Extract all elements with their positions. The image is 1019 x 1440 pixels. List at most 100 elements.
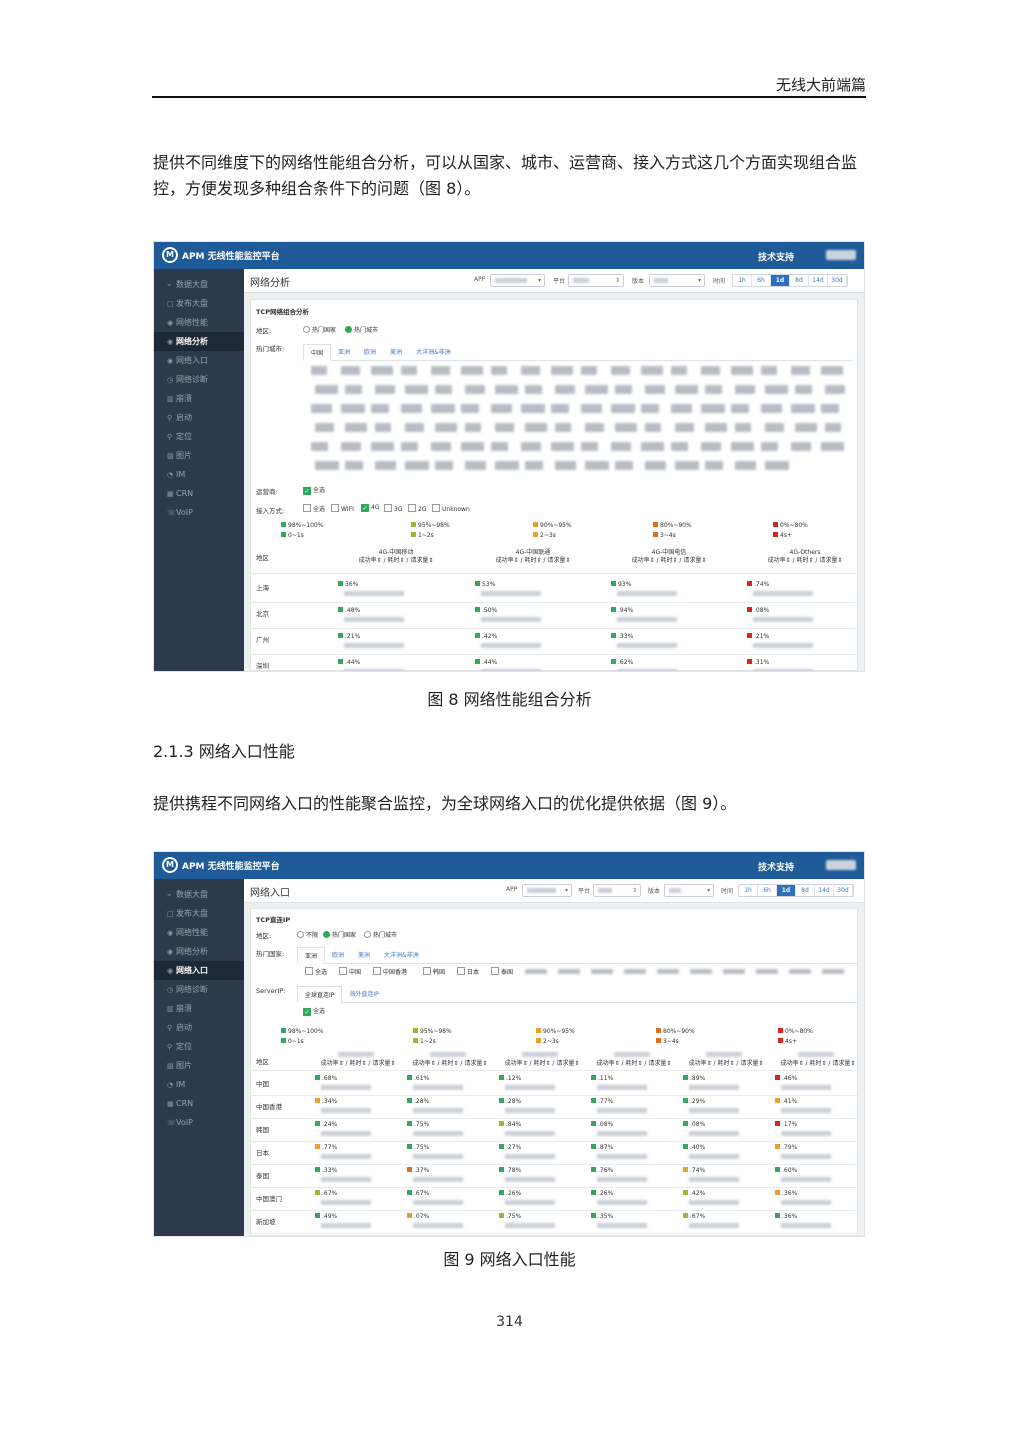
blurred-city-checkbox[interactable]: [675, 385, 698, 394]
tab-china[interactable]: 中国: [303, 344, 332, 361]
blurred-city-checkbox[interactable]: [791, 366, 810, 375]
blurred-city-checkbox[interactable]: [611, 366, 630, 375]
blurred-city-checkbox[interactable]: [431, 366, 450, 375]
country-checkbox[interactable]: 日本: [457, 967, 479, 976]
blurred-city-checkbox[interactable]: [581, 404, 602, 413]
server-select-all[interactable]: ✓ 全选: [303, 1006, 325, 1016]
blurred-city-checkbox[interactable]: [615, 461, 633, 470]
blurred-city-checkbox[interactable]: [431, 404, 455, 413]
blurred-city-checkbox[interactable]: [701, 404, 725, 413]
access-2g[interactable]: 2G: [408, 504, 426, 513]
range-button[interactable]: 8d: [796, 885, 815, 896]
blurred-city-checkbox[interactable]: [581, 366, 597, 375]
range-button[interactable]: 30d: [834, 885, 853, 896]
access-unknown[interactable]: Unknown: [432, 504, 470, 513]
blurred-city-checkbox[interactable]: [641, 404, 659, 413]
blurred-city-checkbox[interactable]: [765, 385, 788, 394]
sidebar-item[interactable]: ▦ CRN: [154, 484, 244, 503]
tab-overseas-direct-ip[interactable]: 海外直连IP: [342, 986, 385, 1002]
sidebar-item[interactable]: ⚲ 启动: [154, 408, 244, 427]
blurred-city-checkbox[interactable]: [701, 366, 720, 375]
blurred-city-checkbox[interactable]: [705, 423, 727, 432]
blurred-city-checkbox[interactable]: [405, 385, 428, 394]
blurred-city-checkbox[interactable]: [495, 385, 518, 394]
sidebar-item[interactable]: ◉ 网络性能: [154, 313, 244, 332]
range-button[interactable]: 1h: [733, 275, 752, 286]
blurred-city-checkbox[interactable]: [551, 442, 574, 451]
blurred-city-checkbox[interactable]: [311, 404, 332, 413]
blurred-city-checkbox[interactable]: [641, 366, 663, 375]
blurred-city-checkbox[interactable]: [645, 461, 666, 470]
blurred-city-checkbox[interactable]: [705, 385, 722, 394]
access-all[interactable]: 全选: [303, 504, 325, 513]
platform-select[interactable]: ⇕: [593, 884, 641, 897]
blurred-city-checkbox[interactable]: [521, 442, 541, 451]
sidebar-item[interactable]: ▨ 图片: [154, 1056, 244, 1075]
blurred-city-checkbox[interactable]: [465, 461, 486, 470]
range-button[interactable]: 30d: [828, 275, 847, 286]
sidebar-item[interactable]: ⚲ 定位: [154, 427, 244, 446]
blurred-city-checkbox[interactable]: [315, 461, 339, 470]
blurred-city-checkbox[interactable]: [825, 423, 841, 432]
radio-hot-country[interactable]: 热门国家: [303, 325, 336, 334]
sidebar-item[interactable]: ▥ 崩溃: [154, 999, 244, 1018]
blurred-city-checkbox[interactable]: [345, 461, 363, 470]
app-select[interactable]: ▾: [522, 884, 572, 897]
blurred-city-checkbox[interactable]: [341, 442, 361, 451]
user-menu[interactable]: [826, 860, 856, 870]
blurred-city-checkbox[interactable]: [581, 442, 598, 451]
country-checkbox[interactable]: 全选: [305, 967, 327, 976]
carrier-select-all[interactable]: ✓ 全选: [303, 485, 325, 495]
blurred-country-checkbox[interactable]: [822, 969, 844, 974]
blurred-city-checkbox[interactable]: [371, 442, 394, 451]
country-checkbox[interactable]: 中国: [339, 967, 361, 976]
country-checkbox[interactable]: 泰国: [491, 967, 513, 976]
blurred-city-checkbox[interactable]: [375, 385, 395, 394]
sidebar-item[interactable]: □ 发布大盘: [154, 294, 244, 313]
blurred-city-checkbox[interactable]: [525, 385, 542, 394]
app-select[interactable]: ▾: [490, 274, 545, 287]
platform-select[interactable]: ⇕: [568, 274, 624, 287]
blurred-city-checkbox[interactable]: [371, 404, 389, 413]
sidebar-item[interactable]: ◉ 网络分析: [154, 332, 244, 351]
blurred-city-checkbox[interactable]: [461, 366, 483, 375]
blurred-country-checkbox[interactable]: [690, 969, 712, 974]
blurred-city-checkbox[interactable]: [401, 442, 418, 451]
blurred-city-checkbox[interactable]: [525, 461, 543, 470]
tab-europe[interactable]: 欧洲: [325, 947, 351, 963]
blurred-city-checkbox[interactable]: [375, 423, 391, 432]
radio-hot-country[interactable]: 热门国家: [323, 930, 356, 939]
range-button[interactable]: 1h: [739, 885, 758, 896]
blurred-city-checkbox[interactable]: [495, 461, 519, 470]
blurred-city-checkbox[interactable]: [611, 404, 635, 413]
blurred-city-checkbox[interactable]: [521, 366, 540, 375]
blurred-city-checkbox[interactable]: [765, 423, 784, 432]
blurred-city-checkbox[interactable]: [735, 385, 755, 394]
range-button[interactable]: 6h: [758, 885, 777, 896]
sidebar-item[interactable]: ◷ 网络诊断: [154, 980, 244, 999]
version-select[interactable]: ▾: [649, 274, 705, 287]
blurred-city-checkbox[interactable]: [675, 461, 699, 470]
blurred-city-checkbox[interactable]: [611, 442, 631, 451]
blurred-city-checkbox[interactable]: [761, 404, 782, 413]
blurred-city-checkbox[interactable]: [731, 366, 753, 375]
blurred-city-checkbox[interactable]: [345, 385, 362, 394]
tab-america[interactable]: 美洲: [383, 344, 409, 360]
blurred-city-checkbox[interactable]: [345, 423, 367, 432]
blurred-city-checkbox[interactable]: [795, 423, 817, 432]
sidebar-item[interactable]: ⚲ 启动: [154, 1018, 244, 1037]
sidebar-item[interactable]: ◉ 网络入口: [154, 961, 244, 980]
blurred-city-checkbox[interactable]: [645, 423, 661, 432]
blurred-city-checkbox[interactable]: [761, 442, 778, 451]
blurred-city-checkbox[interactable]: [791, 404, 815, 413]
tab-america[interactable]: 美洲: [351, 947, 377, 963]
blurred-country-checkbox[interactable]: [657, 969, 679, 974]
blurred-city-checkbox[interactable]: [495, 423, 514, 432]
blurred-city-checkbox[interactable]: [435, 385, 452, 394]
blurred-city-checkbox[interactable]: [735, 423, 751, 432]
range-button[interactable]: 8d: [790, 275, 809, 286]
city-checkbox-grid[interactable]: [311, 366, 851, 476]
radio-unlimited[interactable]: 不限: [297, 930, 318, 939]
blurred-country-checkbox[interactable]: [789, 969, 811, 974]
tab-europe[interactable]: 欧洲: [357, 344, 383, 360]
